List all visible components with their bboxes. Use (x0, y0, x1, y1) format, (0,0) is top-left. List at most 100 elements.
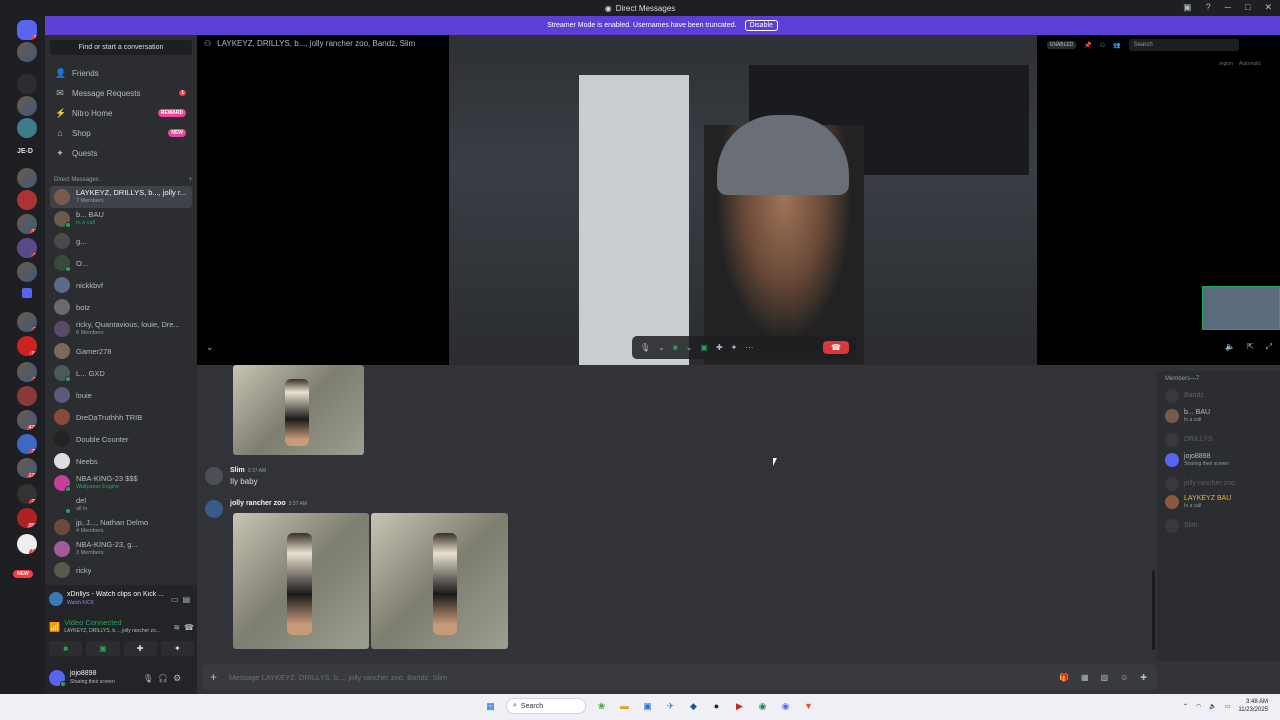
member-item[interactable]: DRILLYS (1165, 433, 1213, 447)
message-author[interactable]: jolly rancher zoo (230, 500, 286, 507)
server-icon[interactable]: 1 (17, 238, 37, 258)
camera-button[interactable]: ■ (49, 641, 83, 656)
folder-icon[interactable]: ▬ (617, 699, 632, 714)
widget-icon[interactable]: ❀ (594, 699, 609, 714)
headphones-icon[interactable]: 🎧 (158, 674, 168, 683)
app-icon[interactable]: ◆ (686, 699, 701, 714)
soundboard-icon[interactable]: ✦ (731, 343, 738, 352)
popout-icon[interactable]: ⇱ (1247, 342, 1254, 352)
dm-item[interactable]: Gamer278 (50, 340, 192, 362)
account-panel[interactable]: jojo8898 Sharing their screen 🎙 🎧 ⚙ (49, 667, 194, 689)
dm-item[interactable]: DreDaTruthhh TRIB (50, 406, 192, 428)
home-button[interactable]: 1 (17, 20, 37, 40)
find-conversation-button[interactable]: Find or start a conversation (50, 40, 192, 55)
server-icon[interactable] (17, 96, 37, 116)
server-icon[interactable]: 3 (17, 312, 37, 332)
brave-icon[interactable]: ▼ (801, 699, 816, 714)
member-item[interactable]: jojo8898 Sharing their screen (1165, 453, 1229, 467)
region-selector[interactable]: region Automatic (1219, 61, 1261, 67)
voice-channel[interactable]: LAYKEYZ, DRILLYS, b..., jolly rancher zo… (64, 627, 169, 635)
self-video-preview[interactable] (1202, 286, 1280, 330)
sticker-icon[interactable]: ▧ (1101, 673, 1109, 682)
search-input[interactable]: Search (1128, 39, 1239, 51)
microphone-icon[interactable]: 🎙 (640, 343, 650, 352)
dm-item[interactable]: NBA-KING-23, g... 3 Members (50, 538, 192, 560)
help-icon[interactable]: ? (1206, 2, 1211, 13)
emoji-icon[interactable]: ☺ (1120, 673, 1128, 682)
dm-item[interactable]: O... (50, 252, 192, 274)
chevron-down-icon[interactable]: ⌄ (658, 343, 665, 352)
maximize-button[interactable]: □ (1245, 2, 1250, 13)
dm-item[interactable]: ricky (50, 562, 192, 578)
hang-up-button[interactable]: ☎ (823, 341, 849, 354)
server-icon[interactable]: 256 (17, 508, 37, 528)
start-icon[interactable]: ▦ (483, 699, 498, 714)
camera-icon[interactable]: ■ (673, 343, 678, 352)
app-icon[interactable]: ✈ (663, 699, 678, 714)
fullscreen-icon[interactable]: ⤢ (1266, 342, 1272, 352)
taskbar-search[interactable]: ⌕ Search (506, 698, 586, 714)
inbox-icon[interactable]: ▣ (1183, 2, 1192, 13)
nav-message-requests[interactable]: ✉ Message Requests 1 (50, 84, 192, 102)
stream-activity[interactable]: xDrillys - Watch clips on Kick ... Watch… (49, 588, 194, 610)
app-icon[interactable]: ▶ (732, 699, 747, 714)
chevron-down-icon[interactable]: ⌄ (206, 342, 214, 353)
volume-icon[interactable]: 🔈 (1209, 703, 1216, 710)
message-image[interactable] (233, 513, 369, 649)
server-icon[interactable]: 128 (17, 458, 37, 478)
more-icon[interactable]: ⋯ (745, 343, 753, 352)
activities-button[interactable]: ✚ (123, 641, 157, 656)
gift-icon[interactable]: 🎁 (1059, 673, 1069, 682)
video-stream[interactable] (449, 35, 1037, 365)
dm-item[interactable]: nickkbvf (50, 274, 192, 296)
dm-item[interactable]: g... (50, 230, 192, 252)
member-item[interactable]: LAYKEYZ BAU In a call (1165, 495, 1231, 509)
tray-chevron-icon[interactable]: ⌃ (1183, 703, 1188, 710)
activities-icon[interactable]: ✚ (716, 343, 723, 352)
soundboard-button[interactable]: ✦ (160, 641, 194, 656)
nav-friends[interactable]: 👤 Friends (50, 64, 192, 82)
dm-item[interactable]: del all in (50, 494, 192, 516)
server-icon[interactable]: 2 (17, 362, 37, 382)
server-icon[interactable] (17, 262, 37, 282)
new-servers-badge[interactable]: NEW (13, 570, 33, 578)
dm-item[interactable]: LAYKEYZ, DRILLYS, b..., jolly r... 7 Memb… (50, 186, 192, 208)
server-icon[interactable]: 73 (17, 434, 37, 454)
dm-item[interactable]: ricky, Quantavious, louie, Dre... 6 Membe… (50, 318, 192, 340)
avatar[interactable] (205, 500, 223, 518)
chevron-down-icon[interactable]: ⌄ (686, 343, 693, 352)
server-icon[interactable] (17, 168, 37, 188)
server-label-jed[interactable]: JE-D (17, 148, 33, 155)
gear-icon[interactable]: ⚙ (173, 673, 181, 684)
server-icon[interactable]: 11 (17, 214, 37, 234)
settings-icon[interactable]: ▤ (183, 595, 191, 604)
message-image[interactable] (233, 365, 364, 455)
create-dm-button[interactable]: + (188, 177, 192, 183)
folder-icon[interactable] (22, 288, 32, 298)
dm-item[interactable]: L... GXD (50, 362, 192, 384)
server-icon[interactable] (17, 118, 37, 138)
discord-icon[interactable]: ◉ (778, 699, 793, 714)
member-item[interactable]: Bandz (1165, 389, 1204, 403)
nav-quests[interactable]: ✦ Quests (50, 144, 192, 162)
nav-nitro-home[interactable]: ⚡ Nitro Home REWARD (50, 104, 192, 122)
disconnect-icon[interactable]: ☎ (184, 623, 194, 632)
volume-icon[interactable]: 🔈 (1225, 342, 1235, 352)
battery-icon[interactable]: ▭ (1225, 703, 1231, 710)
dm-item[interactable]: b... BAU In a call (50, 208, 192, 230)
chrome-icon[interactable]: ◉ (755, 699, 770, 714)
dm-item[interactable]: NBA-KING-23 $$$ Wallpaper Engine (50, 472, 192, 494)
chat-scrollbar[interactable] (1152, 570, 1155, 650)
wifi-icon[interactable]: ◠ (1196, 703, 1201, 710)
dm-item[interactable]: louie (50, 384, 192, 406)
message-author[interactable]: Slim (230, 467, 245, 474)
add-friend-icon[interactable]: ⚇ (1100, 42, 1105, 49)
server-icon[interactable]: 479 (17, 410, 37, 430)
dm-item[interactable]: jp, J..., Nathan Delmo 4 Members (50, 516, 192, 538)
server-icon[interactable] (17, 190, 37, 210)
member-item[interactable]: Slim (1165, 519, 1198, 533)
pin-icon[interactable]: 📌 (1084, 42, 1091, 49)
composer-placeholder[interactable]: Message LAYKEYZ, DRILLYS, b..., jolly ra… (229, 673, 447, 682)
message-composer[interactable]: + Message LAYKEYZ, DRILLYS, b..., jolly … (202, 664, 1157, 690)
disable-streamer-button[interactable]: Disable (744, 20, 778, 31)
